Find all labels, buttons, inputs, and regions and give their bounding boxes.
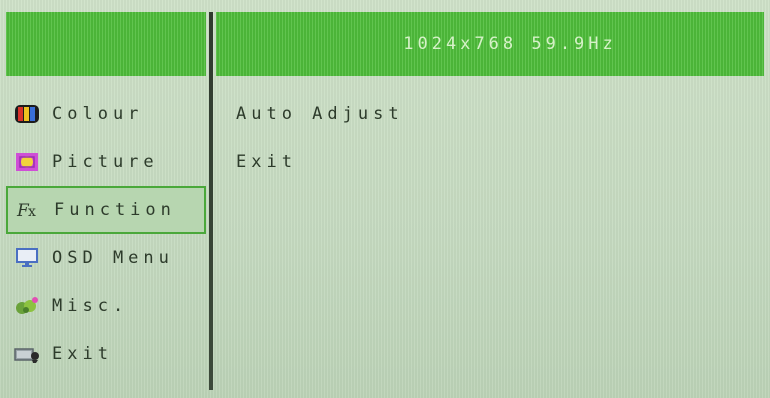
header-left-bar [6,12,206,76]
menu-item-colour[interactable]: Colour [6,90,206,138]
menu-item-label: OSD Menu [52,248,174,268]
menu-item-picture[interactable]: Picture [6,138,206,186]
menu-item-osd-menu[interactable]: OSD Menu [6,234,206,282]
menu-item-function[interactable]: F x Function [6,186,206,234]
menu-item-label: Function [54,200,176,220]
menu-item-label: Misc. [52,296,129,316]
menu-divider [209,12,213,390]
colour-bars-icon [14,103,40,125]
function-fx-icon: F x [16,199,42,221]
menu-item-exit[interactable]: Exit [6,330,206,378]
submenu-item-exit[interactable]: Exit [236,138,404,186]
osd-monitor-icon [14,247,40,269]
submenu-item-auto-adjust[interactable]: Auto Adjust [236,90,404,138]
submenu: Auto Adjust Exit [236,90,404,186]
exit-icon [14,343,40,365]
misc-icon [14,295,40,317]
submenu-item-label: Auto Adjust [236,104,404,124]
menu-item-label: Exit [52,344,113,364]
submenu-item-label: Exit [236,152,297,172]
menu-item-label: Colour [52,104,144,124]
header-bar: 1024x768 59.9Hz [216,12,764,76]
main-menu: Colour Picture F x Function OSD Menu Mis… [6,90,206,378]
menu-item-label: Picture [52,152,159,172]
resolution-readout: 1024x768 59.9Hz [403,34,617,54]
picture-icon [14,151,40,173]
menu-item-misc[interactable]: Misc. [6,282,206,330]
svg-text:x: x [28,204,41,220]
osd-screen: 1024x768 59.9Hz Colour Picture F x Funct… [0,0,770,398]
